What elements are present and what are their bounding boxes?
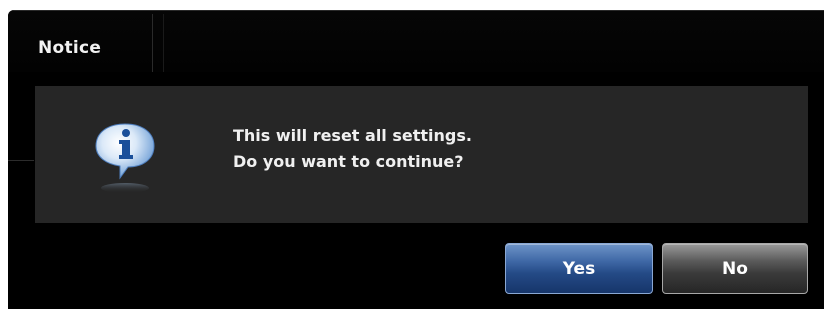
dialog-message: This will reset all settings. Do you wan… bbox=[233, 123, 472, 175]
no-button[interactable]: No bbox=[662, 243, 808, 294]
notice-dialog: Notice This will reset all settings. Do … bbox=[8, 10, 824, 309]
info-icon bbox=[95, 123, 155, 193]
message-line: Do you want to continue? bbox=[233, 152, 464, 171]
title-tab-divider-secondary bbox=[163, 14, 164, 72]
title-divider bbox=[8, 10, 824, 11]
message-line: This will reset all settings. bbox=[233, 126, 472, 145]
title-tab-divider bbox=[152, 14, 153, 72]
yes-button[interactable]: Yes bbox=[505, 243, 653, 294]
dialog-title: Notice bbox=[38, 38, 102, 58]
side-divider bbox=[8, 160, 34, 161]
dialog-title-bar: Notice bbox=[8, 10, 824, 72]
message-panel: This will reset all settings. Do you wan… bbox=[35, 86, 808, 223]
